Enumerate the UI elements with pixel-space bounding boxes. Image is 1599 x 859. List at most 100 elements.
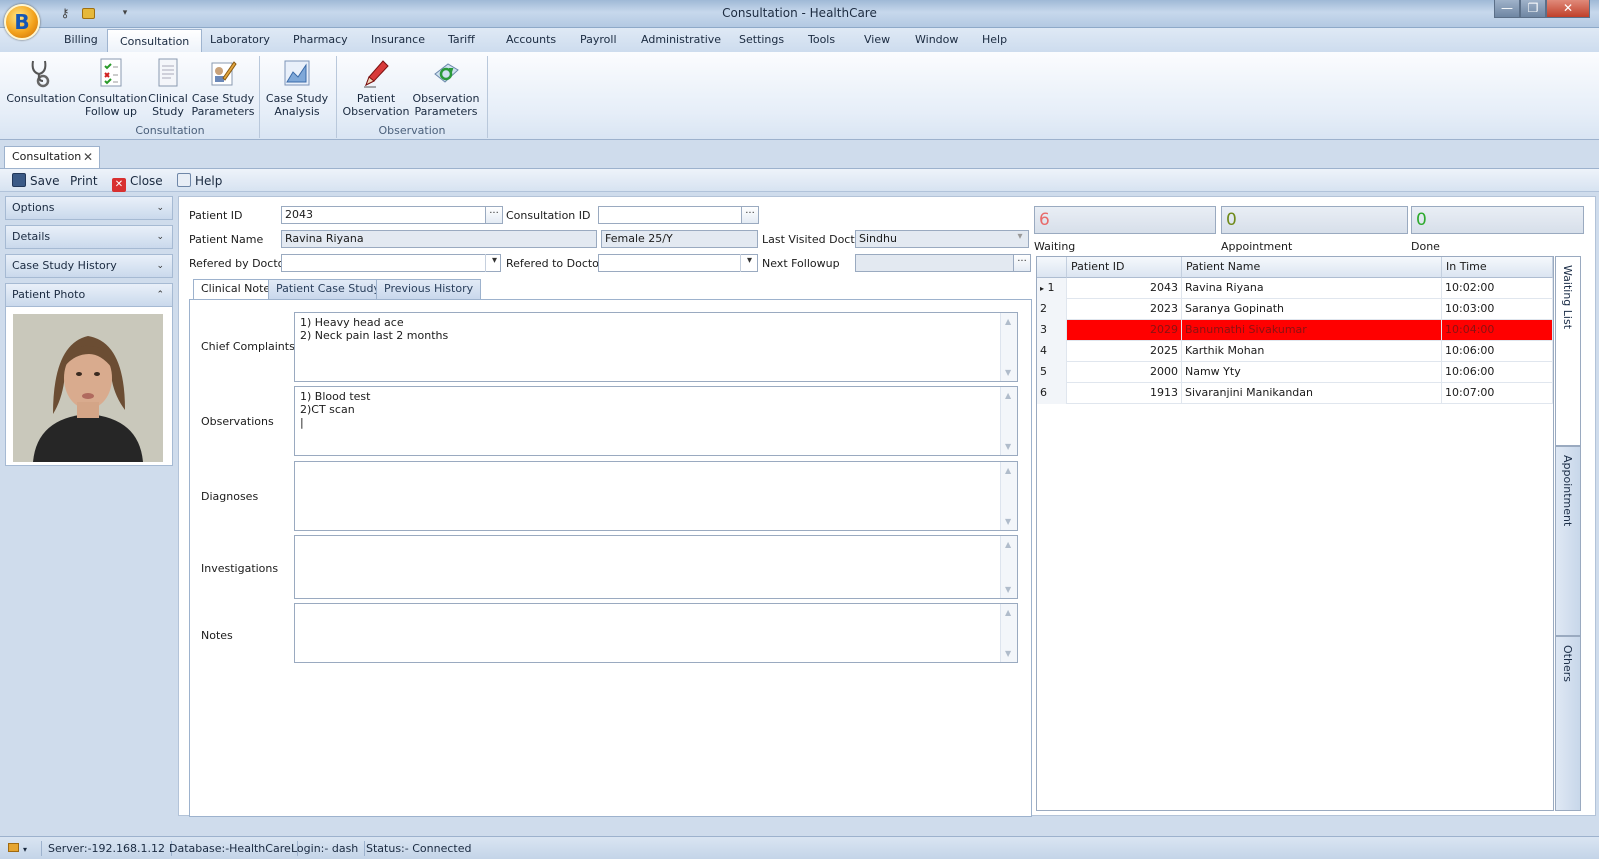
side-tab-waiting-list[interactable]: Waiting List (1555, 256, 1581, 446)
grid-header-patient-name[interactable]: Patient Name (1182, 257, 1442, 278)
patient-observation-ribbon-button[interactable]: Patient Observation (342, 54, 410, 120)
side-tab-others[interactable]: Others (1555, 636, 1581, 811)
patient-photo-section-header[interactable]: Patient Photo ⌃ (5, 283, 173, 307)
side-tab-appointment[interactable]: Appointment (1555, 446, 1581, 636)
notes-textarea[interactable] (294, 603, 1018, 663)
next-followup-picker-button[interactable]: ··· (1013, 254, 1031, 272)
menu-consultation[interactable]: Consultation (107, 29, 203, 52)
help-button[interactable]: Help (177, 172, 222, 190)
done-counter[interactable]: 0 (1411, 206, 1584, 234)
referred-by-dropdown-icon[interactable]: ▾ (485, 254, 503, 272)
menu-view[interactable]: View (852, 28, 902, 52)
scrollbar[interactable] (1000, 313, 1017, 381)
tab-previous-history[interactable]: Previous History (376, 279, 482, 299)
print-button[interactable]: Print (70, 172, 98, 190)
last-visited-doctor-field[interactable]: Sindhu (855, 230, 1029, 248)
menu-settings[interactable]: Settings (727, 28, 796, 52)
diagnoses-label: Diagnoses (201, 490, 259, 503)
clinical-study-ribbon-button[interactable]: Clinical Study (146, 54, 190, 120)
menu-insurance[interactable]: Insurance (359, 28, 437, 52)
waiting-counter[interactable]: 6 (1034, 206, 1216, 234)
app-logo[interactable]: B (4, 4, 40, 40)
appointment-counter[interactable]: 0 (1221, 206, 1408, 234)
ribbon: Consultation Consultation Follow up Clin… (0, 52, 1599, 140)
table-row[interactable]: 2 2023 Saranya Gopinath 10:03:00 (1037, 299, 1553, 320)
menu-tools[interactable]: Tools (796, 28, 847, 52)
cell-patient-id: 2000 (1067, 362, 1182, 383)
close-window-button[interactable]: ✕ (1546, 0, 1590, 18)
menu-billing[interactable]: Billing (52, 28, 110, 52)
options-section-header[interactable]: Options ⌄ (5, 196, 173, 220)
scrollbar[interactable] (1000, 536, 1017, 598)
chevron-down-icon: ⌄ (156, 203, 164, 213)
menu-administrative[interactable]: Administrative (629, 28, 733, 52)
ribbon-label: Observation (412, 92, 480, 105)
patient-id-lookup-button[interactable]: ··· (485, 206, 503, 224)
consultation-id-lookup-button[interactable]: ··· (741, 206, 759, 224)
tab-patient-case-study[interactable]: Patient Case Study (268, 279, 388, 299)
table-row[interactable]: 5 2000 Namw Yty 10:06:00 (1037, 362, 1553, 383)
save-label: Save (30, 174, 60, 188)
cell-patient-id: 2023 (1067, 299, 1182, 320)
recycle-icon (432, 58, 460, 88)
menu-help[interactable]: Help (970, 28, 1019, 52)
consultation-ribbon-button[interactable]: Consultation (6, 54, 76, 120)
chevron-down-icon: ⌄ (156, 261, 164, 271)
last-visited-doctor-dropdown-icon[interactable]: ▾ (1011, 230, 1029, 248)
menu-tariff[interactable]: Tariff (436, 28, 487, 52)
table-row-highlighted[interactable]: 3 2029 Banumathi Sivakumar 10:04:00 (1037, 320, 1553, 341)
table-row[interactable]: ▸ 1 2043 Ravina Riyana 10:02:00 (1037, 278, 1553, 299)
minimize-button[interactable]: — (1494, 0, 1520, 18)
done-label: Done (1411, 240, 1440, 253)
scrollbar[interactable] (1000, 387, 1017, 455)
next-followup-field[interactable] (855, 254, 1015, 272)
scrollbar[interactable] (1000, 604, 1017, 662)
case-study-history-section-header[interactable]: Case Study History ⌄ (5, 254, 173, 278)
close-tab-icon[interactable]: ✕ (83, 147, 93, 167)
chief-complaints-textarea[interactable]: 1) Heavy head ace 2) Neck pain last 2 mo… (294, 312, 1018, 382)
appointment-label: Appointment (1221, 240, 1293, 253)
case-study-parameters-ribbon-button[interactable]: Case Study Parameters (190, 54, 256, 120)
grid-header-patient-id[interactable]: Patient ID (1067, 257, 1182, 278)
maximize-button[interactable]: ❐ (1520, 0, 1546, 18)
status-menu-button[interactable]: ▾ (2, 841, 42, 856)
menu-laboratory[interactable]: Laboratory (198, 28, 282, 52)
case-study-analysis-ribbon-button[interactable]: Case Study Analysis (264, 54, 330, 120)
document-tab-label: Consultation (12, 150, 82, 163)
consultation-id-field[interactable] (598, 206, 744, 224)
details-section-header[interactable]: Details ⌄ (5, 225, 173, 249)
referred-to-dropdown-icon[interactable]: ▾ (740, 254, 758, 272)
tab-clinical-note[interactable]: Clinical Note (193, 279, 279, 300)
investigations-textarea[interactable] (294, 535, 1018, 599)
patient-name-field[interactable]: Ravina Riyana (281, 230, 597, 248)
scrollbar[interactable] (1000, 462, 1017, 530)
consultation-followup-ribbon-button[interactable]: Consultation Follow up (78, 54, 147, 120)
menu-accounts[interactable]: Accounts (494, 28, 568, 52)
close-label: Close (130, 174, 163, 188)
gender-age-field[interactable]: Female 25/Y (601, 230, 758, 248)
observation-parameters-ribbon-button[interactable]: Observation Parameters (412, 54, 480, 120)
close-button[interactable]: ✕ Close (112, 172, 163, 192)
table-row[interactable]: 4 2025 Karthik Mohan 10:06:00 (1037, 341, 1553, 362)
diagnoses-textarea[interactable] (294, 461, 1018, 531)
table-row[interactable]: 6 1913 Sivaranjini Manikandan 10:07:00 (1037, 383, 1553, 404)
stethoscope-icon (27, 58, 55, 88)
referred-to-select[interactable] (598, 254, 758, 272)
status-database: Database:-HealthCare (163, 841, 298, 856)
cell-in-time: 10:02:00 (1442, 278, 1553, 299)
menu-window[interactable]: Window (903, 28, 970, 52)
menu-payroll[interactable]: Payroll (568, 28, 629, 52)
patient-name-label: Patient Name (189, 233, 264, 246)
menu-pharmacy[interactable]: Pharmacy (281, 28, 360, 52)
referred-by-select[interactable] (281, 254, 501, 272)
document-tab-consultation[interactable]: Consultation ✕ (4, 146, 100, 168)
ribbon-separator (336, 56, 337, 138)
referred-by-label: Refered by Doctor (189, 257, 289, 270)
grid-header-in-time[interactable]: In Time (1442, 257, 1553, 278)
patient-id-field[interactable]: 2043 (281, 206, 487, 224)
row-number: 4 (1037, 341, 1067, 362)
save-button[interactable]: Save (12, 172, 59, 190)
side-tab-label: Waiting List (1561, 265, 1574, 330)
observations-textarea[interactable]: 1) Blood test 2)CT scan | (294, 386, 1018, 456)
pen-icon (362, 58, 390, 88)
